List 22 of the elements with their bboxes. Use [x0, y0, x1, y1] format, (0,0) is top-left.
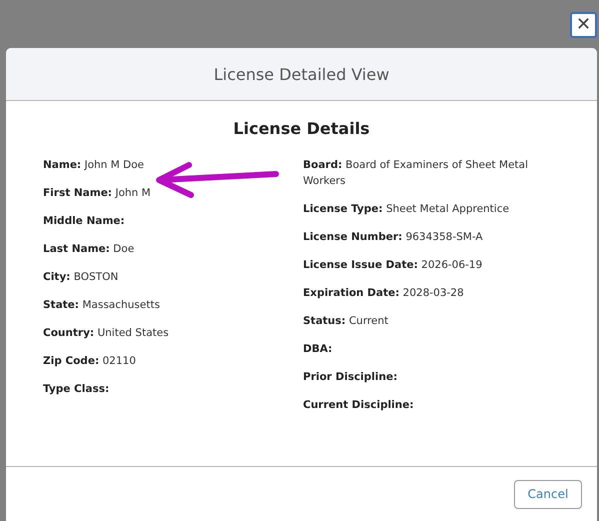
- cancel-button[interactable]: Cancel: [514, 480, 582, 508]
- detail-field: State: Massachusetts: [43, 297, 303, 313]
- detail-field: Name: John M Doe: [43, 157, 303, 173]
- detail-field: Status: Current: [303, 313, 543, 329]
- detail-field: Middle Name:: [43, 213, 303, 229]
- detail-field: Country: United States: [43, 325, 303, 341]
- detail-field: First Name: John M: [43, 185, 303, 201]
- detail-field: License Number: 9634358-SM-A: [303, 229, 543, 245]
- detail-field: License Type: Sheet Metal Apprentice: [303, 201, 543, 217]
- detail-field: City: BOSTON: [43, 269, 303, 285]
- detail-field: License Issue Date: 2026-06-19: [303, 257, 543, 273]
- dialog-title: License Detailed View: [6, 48, 597, 101]
- detail-field: Last Name: Doe: [43, 241, 303, 257]
- section-heading: License Details: [232, 119, 371, 138]
- close-button[interactable]: ✕: [570, 12, 597, 38]
- detail-field: Prior Discipline:: [303, 369, 543, 385]
- detail-field: DBA:: [303, 341, 543, 357]
- detail-field: Zip Code: 02110: [43, 353, 303, 369]
- detail-field: Current Discipline:: [303, 397, 543, 413]
- detail-field: Board: Board of Examiners of Sheet Metal Workers: [303, 157, 543, 189]
- detail-field: Expiration Date: 2028-03-28: [303, 285, 543, 301]
- detail-field: Type Class:: [43, 381, 303, 397]
